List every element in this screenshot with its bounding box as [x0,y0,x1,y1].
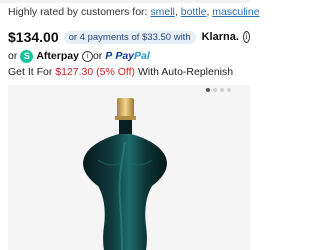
bottle-neck [119,120,132,134]
cap-ring [115,116,136,120]
perfume-bottle-image [83,98,167,250]
bottle-cap [117,98,134,118]
bottle-body [83,134,167,250]
